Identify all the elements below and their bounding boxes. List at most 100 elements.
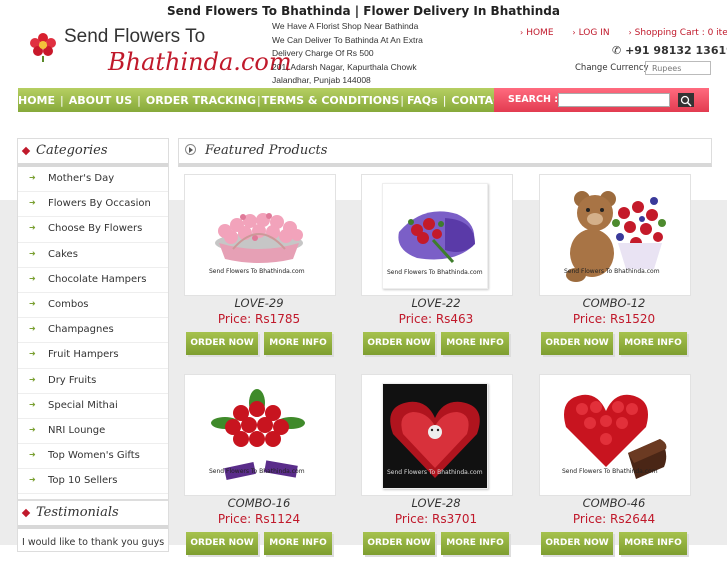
order-now-button[interactable]: ORDER NOW: [541, 332, 613, 355]
category-item[interactable]: ➜ Top Women's Gifts: [18, 444, 168, 470]
product-name: LOVE-28: [411, 496, 461, 510]
play-circle-icon: [185, 144, 196, 155]
product-image[interactable]: Send Flowers To Bhathinda.com: [195, 183, 321, 287]
category-label: Special Mithai: [48, 399, 118, 411]
order-now-button[interactable]: ORDER NOW: [541, 532, 613, 555]
category-item[interactable]: ➜ NRI Lounge: [18, 419, 168, 445]
testimonials-header: Testimonials: [18, 501, 168, 529]
nav-separator: |: [60, 93, 64, 107]
cart-link[interactable]: ›Shopping Cart : 0 items: [628, 28, 727, 38]
more-info-button[interactable]: MORE INFO: [441, 332, 509, 355]
price-value: Rs463: [435, 312, 474, 326]
nav-faqs[interactable]: FAQs: [407, 94, 438, 107]
search-bar: SEARCH :: [494, 88, 709, 112]
price-prefix: Price:: [217, 312, 255, 326]
phone-text: +91 98132 13619: [625, 44, 727, 57]
product-name: COMBO-12: [582, 296, 646, 310]
arrow-right-icon: ➜: [29, 223, 36, 233]
main-nav: HOME | ABOUT US | ORDER TRACKING | TERMS…: [18, 88, 529, 112]
search-input[interactable]: [558, 93, 670, 107]
nav-about-us[interactable]: ABOUT US: [69, 94, 132, 107]
more-info-button[interactable]: MORE INFO: [264, 332, 332, 355]
product-watermark: Send Flowers To Bhathinda.com: [387, 469, 483, 476]
price-prefix: Price:: [394, 512, 432, 526]
category-item[interactable]: ➜ Flowers By Occasion: [18, 192, 168, 218]
product-name: COMBO-16: [227, 496, 291, 510]
price-value: Rs3701: [432, 512, 478, 526]
product-price: Price: Rs1124: [184, 512, 334, 526]
order-now-button[interactable]: ORDER NOW: [363, 532, 435, 555]
logo-line2: Bhathinda.com: [108, 48, 292, 76]
category-item[interactable]: ➜ Special Mithai: [18, 394, 168, 419]
category-item[interactable]: ➜ Choose By Flowers: [18, 217, 168, 243]
product-watermark: Send Flowers To Bhathinda.com: [209, 268, 305, 275]
price-value: Rs1785: [255, 312, 301, 326]
order-now-button[interactable]: ORDER NOW: [186, 532, 258, 555]
more-info-button[interactable]: MORE INFO: [619, 332, 687, 355]
product-buttons: ORDER NOW MORE INFO: [363, 332, 511, 355]
product-frame: Send Flowers To Bhathinda.com: [184, 374, 336, 496]
more-info-button[interactable]: MORE INFO: [264, 532, 332, 555]
testimonials-title: Testimonials: [36, 505, 119, 520]
product-price: Price: Rs1520: [539, 312, 689, 326]
info-line: 201, Adarsh Nagar, Kapurthala Chowk: [272, 61, 417, 72]
more-info-button[interactable]: MORE INFO: [619, 532, 687, 555]
nav-separator: |: [400, 93, 405, 107]
login-link[interactable]: › LOG IN: [572, 28, 617, 38]
product-buttons: ORDER NOW MORE INFO: [186, 332, 334, 355]
price-prefix: Price:: [572, 512, 610, 526]
product-image[interactable]: Send Flowers To Bhathinda.com: [558, 183, 670, 287]
product-image[interactable]: Send Flowers To Bhathinda.com: [195, 383, 321, 487]
diamond-icon: [21, 146, 31, 156]
currency-label: Change Currency: [575, 63, 649, 73]
category-item[interactable]: ➜ Top 10 Sellers: [18, 469, 168, 495]
product-image[interactable]: Send Flowers To Bhathinda.com: [382, 183, 488, 289]
category-item[interactable]: ➜ Cakes: [18, 243, 168, 268]
product-image[interactable]: Send Flowers To Bhathinda.com: [382, 383, 488, 489]
search-label: SEARCH :: [508, 94, 559, 105]
top-links: ›HOME ›LOG IN ›Shopping Cart : 0 items: [520, 28, 727, 38]
product-buttons: ORDER NOW MORE INFO: [363, 532, 511, 555]
product-price: Price: Rs1785: [184, 312, 334, 326]
nav-order-tracking[interactable]: ORDER TRACKING: [146, 94, 256, 107]
site-title: Send Flowers To Bhathinda | Flower Deliv…: [167, 4, 560, 18]
category-label: Fruit Hampers: [48, 349, 119, 361]
logo-line1: Send Flowers To: [64, 26, 206, 47]
currency-select[interactable]: Rupees: [645, 61, 711, 75]
arrow-right-icon: ›: [628, 28, 632, 37]
nav-separator: |: [442, 93, 447, 107]
logo[interactable]: Send Flowers To Bhathinda.com: [26, 24, 292, 84]
category-item[interactable]: ➜ Dry Fruits: [18, 369, 168, 394]
product-buttons: ORDER NOW MORE INFO: [541, 532, 689, 555]
product-image[interactable]: Send Flowers To Bhathinda.com: [556, 383, 672, 487]
category-label: Cakes: [48, 248, 78, 260]
nav-terms[interactable]: TERMS & CONDITIONS: [262, 94, 400, 107]
category-item[interactable]: ➜ Mother's Day: [18, 167, 168, 193]
product-frame: Send Flowers To Bhathinda.com: [184, 174, 336, 296]
category-label: Combos: [48, 298, 89, 310]
product-watermark: Send Flowers To Bhathinda.com: [562, 468, 658, 475]
category-label: Choose By Flowers: [48, 223, 143, 235]
order-now-button[interactable]: ORDER NOW: [363, 332, 435, 355]
nav-home[interactable]: HOME: [18, 94, 55, 107]
featured-title: Featured Products: [205, 143, 328, 158]
product-name: LOVE-29: [234, 296, 284, 310]
more-info-button[interactable]: MORE INFO: [441, 532, 509, 555]
product-card: Send Flowers To Bhathinda.com COMBO-12 P…: [539, 174, 691, 364]
home-link[interactable]: › HOME: [520, 28, 562, 38]
category-item[interactable]: ➜ Fruit Hampers: [18, 343, 168, 369]
nav-separator: |: [137, 93, 141, 107]
product-card: Send Flowers To Bhathinda.com COMBO-16 P…: [184, 374, 336, 564]
category-item[interactable]: ➜ Champagnes: [18, 318, 168, 344]
product-watermark: Send Flowers To Bhathinda.com: [564, 268, 660, 275]
info-line: We Have A Florist Shop Near Bathinda: [272, 21, 419, 31]
category-label: Chocolate Hampers: [48, 273, 147, 285]
product-price: Price: Rs3701: [361, 512, 511, 526]
category-item[interactable]: ➜ Combos: [18, 293, 168, 319]
category-item[interactable]: ➜ Chocolate Hampers: [18, 268, 168, 293]
search-button[interactable]: [678, 93, 694, 107]
product-frame: Send Flowers To Bhathinda.com: [361, 374, 513, 496]
testimonials-panel: Testimonials I would like to thank you g…: [17, 500, 169, 552]
order-now-button[interactable]: ORDER NOW: [186, 332, 258, 355]
home-link-label: HOME: [526, 28, 554, 38]
